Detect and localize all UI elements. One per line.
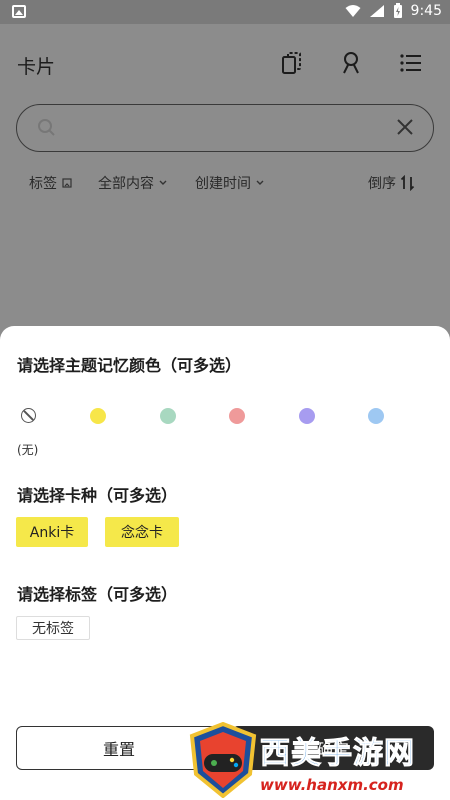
wifi-icon [345,5,361,17]
color-option-yellow[interactable] [90,408,106,424]
tag-option-none[interactable]: 无标签 [16,616,90,640]
color-option-green[interactable] [160,408,176,424]
filter-content-label: 全部内容 [98,176,154,192]
no-color-option[interactable] [21,408,36,423]
filter-content[interactable]: 全部内容 [98,173,168,193]
chevron-down-icon [159,180,167,185]
color-option-blue[interactable] [368,408,384,424]
card-type-section-title: 请选择卡种（可多选） [17,486,178,505]
search-icon [38,119,55,136]
sort-order-label: 倒序 [368,176,396,192]
tag-icon [62,178,72,188]
card-switch-icon[interactable] [279,50,305,76]
card-type-niannian[interactable]: 念念卡 [105,517,179,547]
filter-tag-label: 标签 [29,176,57,192]
color-option-red[interactable] [229,408,245,424]
signal-icon [369,5,384,17]
filter-row: 标签 全部内容 创建时间 倒序 [0,166,450,198]
shield-logo-icon [189,722,257,798]
close-icon[interactable] [395,117,415,137]
list-menu-icon[interactable] [398,50,424,76]
color-option-purple[interactable] [299,408,315,424]
page-title: 卡片 [17,56,56,78]
watermark: 西美手游网 www.hanxm.com [188,722,450,800]
search-bar[interactable] [16,104,434,152]
clock: 9:45 [410,3,442,19]
color-section-title: 请选择主题记忆颜色（可多选） [17,356,242,375]
sort-order[interactable]: 倒序 [368,173,416,193]
person-icon[interactable] [338,50,364,76]
search-input[interactable] [69,115,389,141]
card-type-anki[interactable]: Anki卡 [16,517,88,547]
system-icons: 9:45 [345,3,442,19]
filter-tag[interactable]: 标签 [29,173,73,193]
watermark-url: www.hanxm.com [260,776,404,794]
chevron-down-icon [256,180,264,185]
gallery-icon [12,5,26,18]
tag-section-title: 请选择标签（可多选） [17,585,178,604]
status-bar: 9:45 [0,0,450,24]
sort-icon [400,175,415,191]
battery-icon [393,3,402,18]
no-color-label: (无) [17,443,39,457]
filter-time-label: 创建时间 [195,176,251,192]
app-bar: 卡片 [0,24,450,104]
filter-created-time[interactable]: 创建时间 [195,173,265,193]
watermark-title: 西美手游网 [260,736,415,772]
